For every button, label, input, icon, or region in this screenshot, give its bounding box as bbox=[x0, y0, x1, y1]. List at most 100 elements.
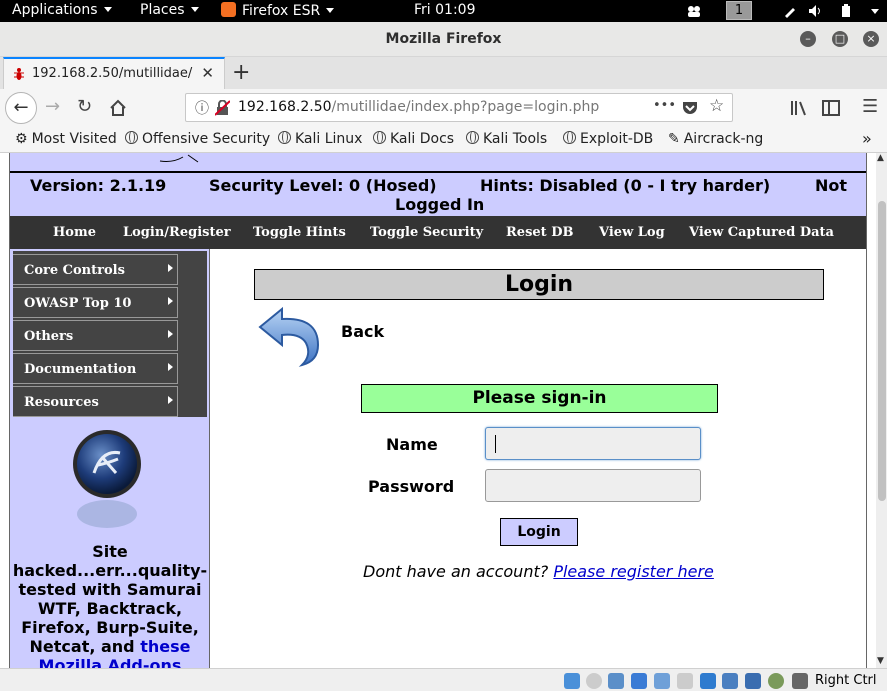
keyboard-capture-icon[interactable] bbox=[792, 673, 808, 689]
side-item-documentation[interactable]: Documentation bbox=[13, 353, 178, 384]
network-icon[interactable] bbox=[631, 673, 647, 689]
menu-login-register[interactable]: Login/Register bbox=[123, 225, 231, 240]
firefox-app-menu[interactable]: Firefox ESR bbox=[221, 2, 335, 19]
page-viewport: Version: 2.1.19 Security Level: 0 (Hosed… bbox=[0, 153, 876, 668]
cpu-icon[interactable] bbox=[745, 673, 761, 689]
reload-icon[interactable]: ↻ bbox=[77, 97, 92, 117]
info-icon[interactable]: ⓘ bbox=[195, 98, 209, 118]
bookmarks-overflow-icon[interactable]: » bbox=[862, 129, 872, 148]
bookmark-kali-tools[interactable]: Kali Tools bbox=[466, 131, 547, 147]
bookmark-offensive-security[interactable]: Offensive Security bbox=[125, 131, 270, 147]
menu-home[interactable]: Home bbox=[53, 225, 96, 240]
scrollbar-thumb[interactable] bbox=[878, 201, 886, 501]
addons-link[interactable]: these bbox=[140, 637, 190, 656]
bookmark-kali-docs[interactable]: Kali Docs bbox=[373, 131, 454, 147]
vm-status-bar: Right Ctrl bbox=[0, 668, 887, 691]
chevron-right-icon bbox=[168, 363, 173, 371]
minimize-icon[interactable]: – bbox=[800, 31, 816, 47]
places-label: Places bbox=[140, 2, 185, 18]
scroll-down-icon[interactable]: ▼ bbox=[877, 656, 884, 666]
system-menu-chevron-icon[interactable] bbox=[871, 9, 879, 14]
login-button[interactable]: Login bbox=[500, 518, 578, 546]
places-menu[interactable]: Places bbox=[140, 2, 199, 18]
bookmark-star-icon[interactable]: ☆ bbox=[709, 96, 724, 116]
volume-icon[interactable] bbox=[808, 4, 822, 18]
firefox-app-label: Firefox ESR bbox=[242, 3, 321, 19]
bookmark-kali-linux[interactable]: Kali Linux bbox=[278, 131, 362, 147]
scroll-up-icon[interactable]: ▲ bbox=[877, 153, 884, 163]
url-host: 192.168.2.50 bbox=[238, 99, 332, 115]
side-item-resources[interactable]: Resources bbox=[13, 386, 178, 417]
people-icon[interactable] bbox=[687, 4, 701, 18]
globe-icon bbox=[125, 131, 138, 144]
new-tab-icon[interactable]: + bbox=[232, 60, 250, 85]
page-actions-icon[interactable]: ••• bbox=[653, 98, 676, 113]
audio-icon[interactable] bbox=[608, 673, 624, 689]
system-top-bar: Applications Places Firefox ESR Fri 01:0… bbox=[0, 0, 887, 22]
register-link[interactable]: Please register here bbox=[553, 562, 714, 581]
insecure-lock-icon[interactable] bbox=[215, 100, 230, 116]
applications-menu[interactable]: Applications bbox=[12, 2, 112, 18]
login-status-text: Logged In bbox=[395, 195, 485, 214]
bookmark-exploit-db[interactable]: Exploit-DB bbox=[563, 131, 653, 147]
left-sidebar: Core Controls OWASP Top 10 Others Docume… bbox=[10, 249, 210, 668]
side-item-others[interactable]: Others bbox=[13, 320, 178, 351]
bookmark-aircrack-ng[interactable]: ✎ Aircrack-ng bbox=[668, 131, 763, 147]
pocket-icon[interactable] bbox=[682, 100, 698, 116]
side-item-label: Resources bbox=[24, 395, 99, 410]
url-bar[interactable]: ⓘ 192.168.2.50/mutillidae/index.php?page… bbox=[185, 93, 733, 122]
menu-view-captured-data[interactable]: View Captured Data bbox=[689, 225, 834, 240]
chevron-down-icon bbox=[103, 7, 112, 12]
side-text-line: Site bbox=[92, 542, 128, 561]
menu-reset-db[interactable]: Reset DB bbox=[506, 225, 573, 240]
home-icon[interactable] bbox=[109, 99, 127, 117]
hamburger-menu-icon[interactable]: ☰ bbox=[862, 97, 878, 117]
globe-icon bbox=[373, 131, 386, 144]
clock[interactable]: Fri 01:09 bbox=[414, 2, 475, 18]
window-titlebar: Mozilla Firefox – □ × bbox=[0, 22, 887, 57]
mutillidae-page: Version: 2.1.19 Security Level: 0 (Hosed… bbox=[9, 153, 867, 668]
forward-arrow-icon[interactable]: → bbox=[45, 97, 60, 117]
bookmark-label: Kali Linux bbox=[295, 131, 363, 147]
usb-icon[interactable] bbox=[654, 673, 670, 689]
back-arrow-icon[interactable] bbox=[256, 305, 324, 367]
menu-view-log[interactable]: View Log bbox=[599, 225, 665, 240]
optical-drive-icon[interactable] bbox=[586, 673, 602, 689]
side-item-owasp-top-10[interactable]: OWASP Top 10 bbox=[13, 287, 178, 318]
side-item-core-controls[interactable]: Core Controls bbox=[13, 254, 178, 285]
browser-tab[interactable]: 192.168.2.50/mutillidae/ ✕ bbox=[3, 57, 225, 89]
menu-toggle-hints[interactable]: Toggle Hints bbox=[253, 225, 346, 240]
password-input[interactable] bbox=[485, 469, 701, 502]
signin-heading: Please sign-in bbox=[361, 384, 718, 413]
password-label: Password bbox=[368, 477, 455, 496]
hard-disk-icon[interactable] bbox=[564, 673, 580, 689]
close-tab-icon[interactable]: ✕ bbox=[201, 64, 214, 82]
addons-link-2[interactable]: Mozilla Add-ons bbox=[39, 656, 182, 668]
maximize-icon[interactable]: □ bbox=[832, 31, 848, 47]
close-window-icon[interactable]: × bbox=[863, 31, 879, 47]
back-link[interactable]: Back bbox=[341, 322, 384, 341]
hints-text: Hints: Disabled (0 - I try harder) bbox=[480, 176, 771, 195]
bookmark-most-visited[interactable]: ⚙ Most Visited bbox=[15, 131, 117, 147]
pen-icon[interactable] bbox=[783, 4, 797, 18]
name-label: Name bbox=[386, 435, 438, 454]
video-capture-icon[interactable] bbox=[722, 673, 738, 689]
mouse-integration-icon[interactable] bbox=[768, 673, 784, 689]
display-icon[interactable] bbox=[700, 673, 716, 689]
side-item-label: OWASP Top 10 bbox=[24, 296, 132, 311]
name-input[interactable] bbox=[485, 427, 701, 460]
site-tested-text: Site hacked...err...quality- tested with… bbox=[10, 542, 210, 668]
bookmark-label: Kali Docs bbox=[390, 131, 455, 147]
vertical-scrollbar[interactable]: ▲ ▼ bbox=[876, 153, 887, 668]
menu-toggle-security[interactable]: Toggle Security bbox=[370, 225, 483, 240]
sidebar-toggle-icon[interactable] bbox=[822, 100, 840, 116]
chevron-down-icon bbox=[190, 7, 199, 12]
side-text-line: Mozilla Add-ons bbox=[10, 656, 210, 668]
logo-fragment-icon bbox=[159, 154, 199, 163]
side-item-label: Documentation bbox=[24, 362, 137, 377]
battery-icon[interactable] bbox=[839, 4, 853, 18]
shared-folders-icon[interactable] bbox=[677, 673, 693, 689]
workspace-indicator[interactable]: 1 bbox=[726, 1, 752, 20]
library-icon[interactable] bbox=[790, 100, 808, 116]
back-arrow-icon[interactable]: ← bbox=[5, 92, 37, 124]
